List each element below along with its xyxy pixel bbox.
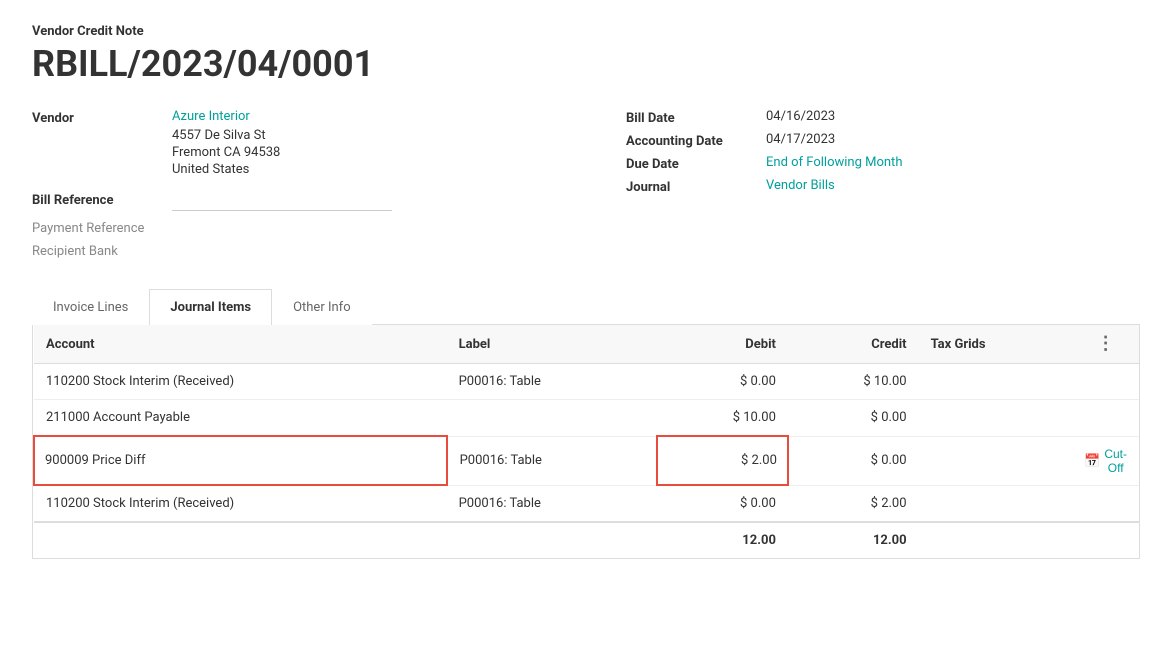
due-date-label: Due Date: [626, 155, 766, 172]
tab-journal-items[interactable]: Journal Items: [149, 289, 272, 325]
row1-credit: $ 10.00: [788, 364, 919, 400]
table-row-highlighted: 900009 Price Diff P00016: Table $ 2.00 $…: [34, 436, 1139, 485]
totals-empty-tax: [919, 522, 1073, 558]
totals-debit: 12.00: [657, 522, 788, 558]
row1-label: P00016: Table: [447, 364, 658, 400]
tabs-container: Invoice Lines Journal Items Other Info: [32, 289, 1140, 325]
journal-value[interactable]: Vendor Bills: [766, 178, 835, 193]
totals-empty-options: [1072, 522, 1139, 558]
column-options-icon[interactable]: ⋮: [1097, 333, 1115, 354]
vendor-address-line2: Fremont CA 94538: [172, 145, 280, 160]
row2-account: 211000 Account Payable: [34, 400, 447, 437]
tab-other-info[interactable]: Other Info: [272, 289, 372, 325]
vendor-address-line3: United States: [172, 162, 249, 177]
cutoff-calendar-icon: 📅: [1084, 453, 1100, 469]
table-row: 110200 Stock Interim (Received) P00016: …: [34, 485, 1139, 522]
row2-credit: $ 0.00: [788, 400, 919, 437]
bill-reference-input[interactable]: [172, 191, 392, 211]
bill-date-label: Bill Date: [626, 109, 766, 126]
row2-debit: $ 10.00: [657, 400, 788, 437]
row3-account: 900009 Price Diff: [34, 436, 447, 485]
row4-credit: $ 2.00: [788, 485, 919, 522]
totals-empty-label: [447, 522, 658, 558]
row3-cutoff[interactable]: 📅 Cut-Off: [1072, 436, 1139, 485]
vendor-name[interactable]: Azure Interior: [172, 109, 250, 124]
doc-type-label: Vendor Credit Note: [32, 24, 1140, 39]
accounting-date-label: Accounting Date: [626, 132, 766, 149]
table-row: 211000 Account Payable $ 10.00 $ 0.00: [34, 400, 1139, 437]
row4-label: P00016: Table: [447, 485, 658, 522]
row1-debit: $ 0.00: [657, 364, 788, 400]
totals-credit: 12.00: [788, 522, 919, 558]
accounting-date-value: 04/17/2023: [766, 132, 835, 147]
col-header-tax-grids: Tax Grids: [919, 325, 1073, 364]
cutoff-label: Cut-Off: [1104, 447, 1127, 475]
row1-account: 110200 Stock Interim (Received): [34, 364, 447, 400]
totals-empty-account: [34, 522, 447, 558]
journal-items-table: Account Label Debit Credit Tax Grids ⋮ 1…: [32, 325, 1140, 559]
row1-options: [1072, 364, 1139, 400]
totals-row: 12.00 12.00: [34, 522, 1139, 558]
row3-debit: $ 2.00: [657, 436, 788, 485]
bill-date-value: 04/16/2023: [766, 109, 835, 124]
row3-label: P00016: Table: [447, 436, 658, 485]
row4-tax-grids: [919, 485, 1073, 522]
recipient-bank-label: Recipient Bank: [32, 242, 172, 259]
col-header-label: Label: [447, 325, 658, 364]
doc-title: RBILL/2023/04/0001: [32, 43, 1140, 85]
vendor-label: Vendor: [32, 109, 172, 126]
row2-options: [1072, 400, 1139, 437]
col-header-account: Account: [34, 325, 447, 364]
journal-label: Journal: [626, 178, 766, 195]
row4-debit: $ 0.00: [657, 485, 788, 522]
col-header-debit: Debit: [657, 325, 788, 364]
col-header-credit: Credit: [788, 325, 919, 364]
row4-account: 110200 Stock Interim (Received): [34, 485, 447, 522]
due-date-value[interactable]: End of Following Month: [766, 155, 902, 170]
col-header-options: ⋮: [1072, 325, 1139, 364]
table-row: 110200 Stock Interim (Received) P00016: …: [34, 364, 1139, 400]
cutoff-button[interactable]: 📅 Cut-Off: [1084, 447, 1127, 475]
row4-options: [1072, 485, 1139, 522]
tab-invoice-lines[interactable]: Invoice Lines: [32, 289, 149, 325]
row3-credit: $ 0.00: [788, 436, 919, 485]
payment-reference-label: Payment Reference: [32, 219, 172, 236]
row2-label: [447, 400, 658, 437]
row1-tax-grids: [919, 364, 1073, 400]
row3-tax-grids: [919, 436, 1073, 485]
vendor-address-line1: 4557 De Silva St: [172, 128, 266, 143]
row2-tax-grids: [919, 400, 1073, 437]
bill-reference-label: Bill Reference: [32, 191, 172, 208]
